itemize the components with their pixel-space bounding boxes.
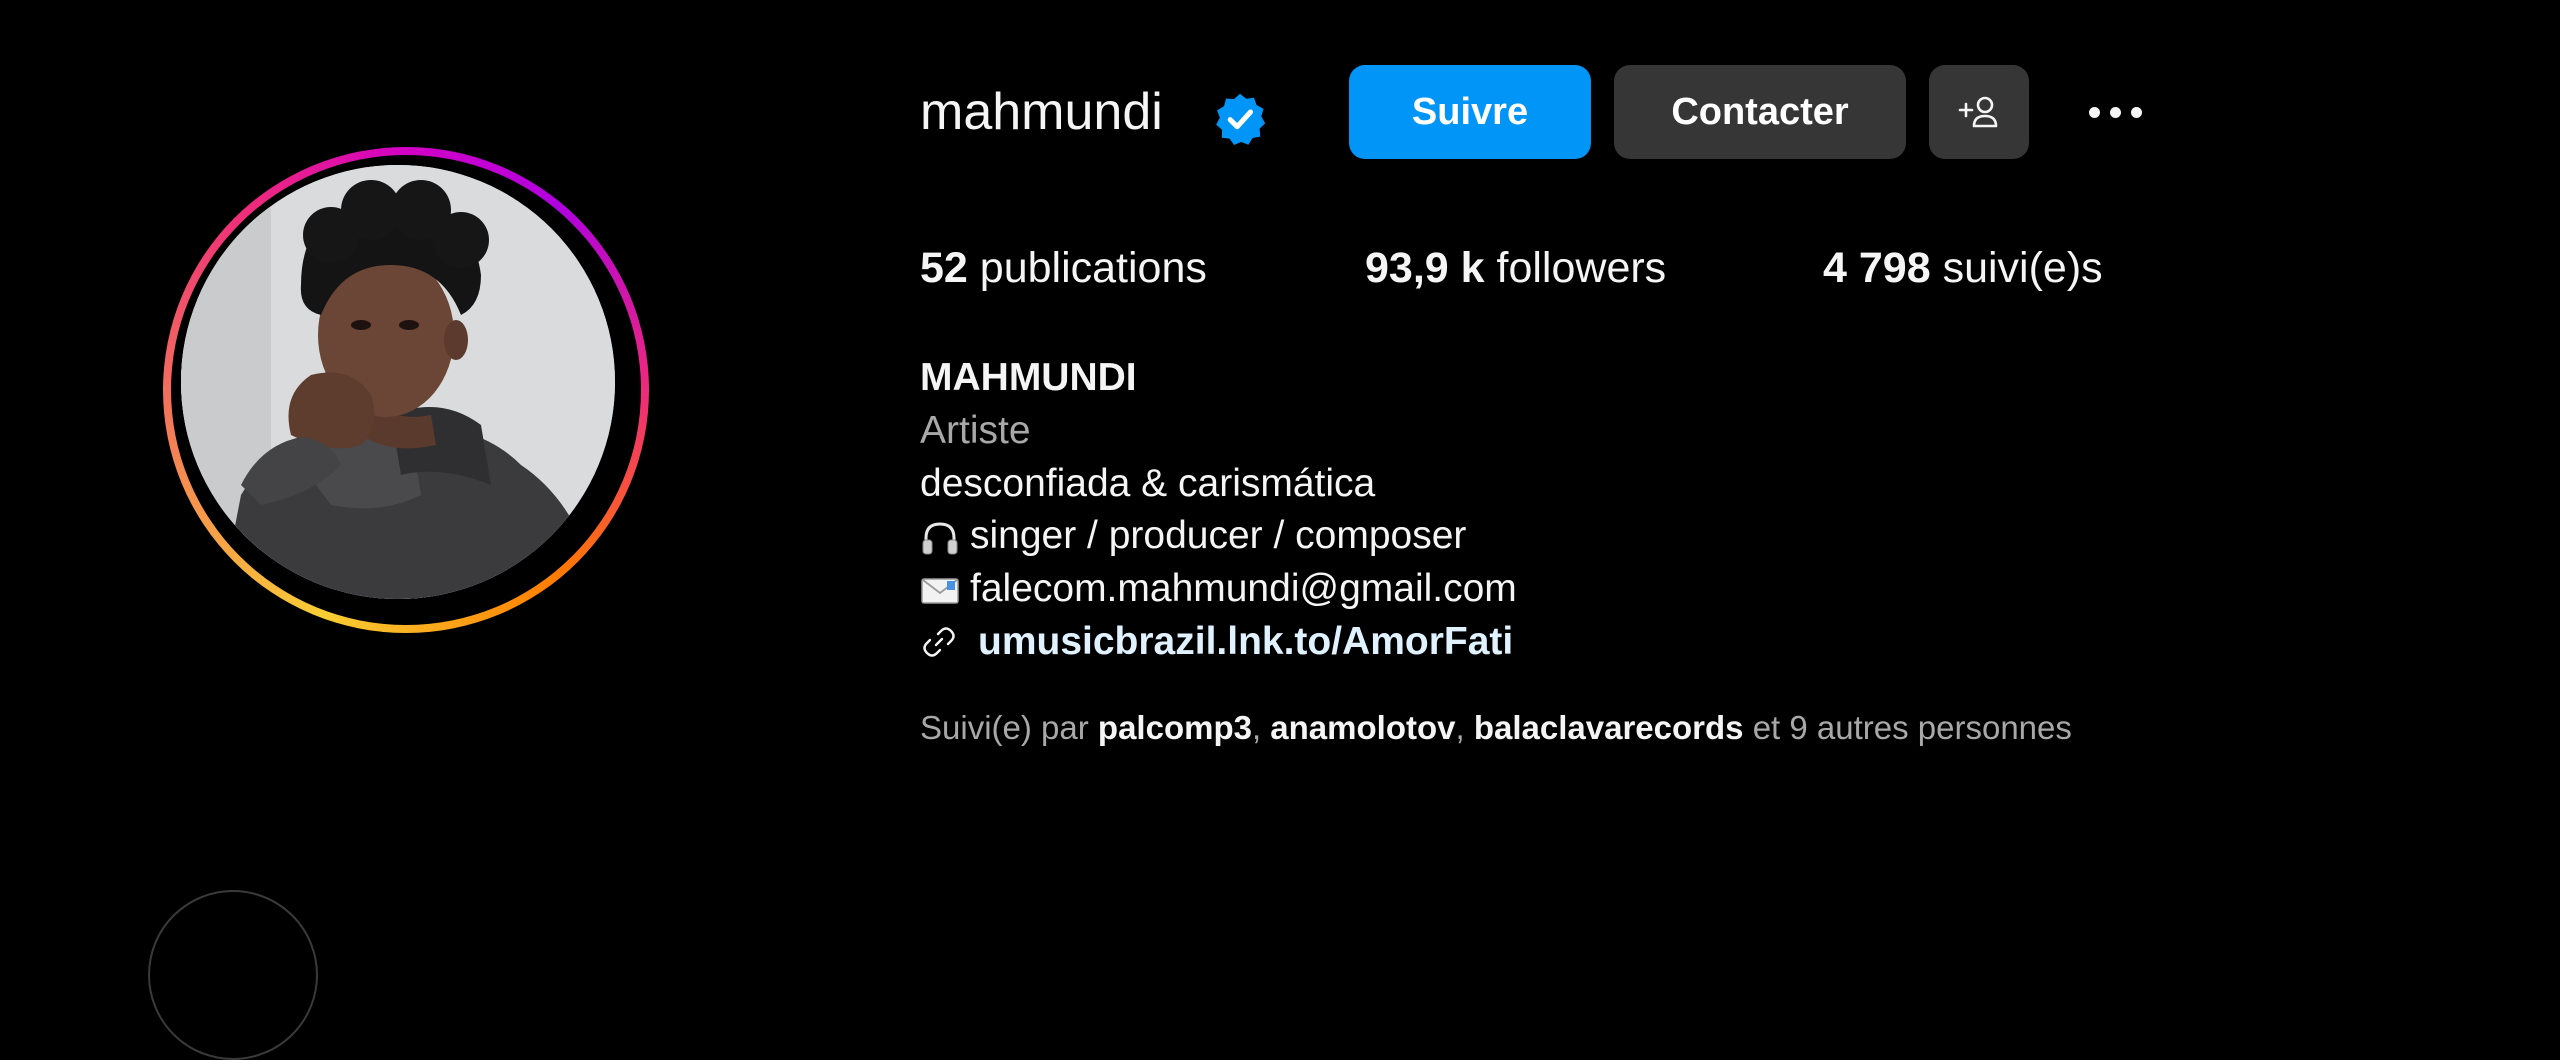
followers-count: 93,9 k bbox=[1365, 244, 1485, 292]
posts-count: 52 bbox=[920, 244, 968, 292]
headphones-icon bbox=[922, 522, 958, 555]
profile-avatar-story-ring[interactable] bbox=[163, 147, 649, 633]
bio-line-email: falecom.mahmundi@gmail.com bbox=[920, 563, 1517, 615]
following-stat[interactable]: 4 798 suivi(e)s bbox=[1823, 240, 2103, 296]
following-label: suivi(e)s bbox=[1942, 244, 2103, 292]
posts-count-stat: 52 publications bbox=[920, 240, 1207, 296]
posts-label: publications bbox=[979, 244, 1207, 292]
bio-line-text: singer / producer / composer bbox=[970, 514, 1467, 557]
mutual-follower-name: balaclavarecords bbox=[1473, 709, 1744, 746]
separator: , bbox=[1251, 709, 1262, 746]
more-options-dot bbox=[2130, 106, 2142, 118]
bio-line: desconfiada & carismática bbox=[920, 462, 1376, 505]
mutual-followers-suffix: et 9 autres personnes bbox=[1752, 709, 2072, 746]
more-options-dot bbox=[2088, 106, 2100, 118]
more-options-dot bbox=[2109, 106, 2121, 118]
followers-label: followers bbox=[1496, 244, 1667, 292]
followers-stat[interactable]: 93,9 k followers bbox=[1365, 240, 1666, 296]
bio-line-singer: singer / producer / composer bbox=[920, 510, 1466, 562]
following-count: 4 798 bbox=[1823, 244, 1931, 292]
bio-link-text[interactable]: umusicbrazil.lnk.to/AmorFati bbox=[978, 620, 1513, 664]
envelope-icon bbox=[921, 577, 959, 604]
separator: , bbox=[1455, 709, 1465, 746]
profile-display-name: MAHMUNDI bbox=[920, 356, 1137, 399]
mutual-follower-name: palcomp3 bbox=[1097, 709, 1252, 746]
profile-username: mahmundi bbox=[920, 83, 1163, 141]
bio-line-text: falecom.mahmundi@gmail.com bbox=[970, 567, 1517, 610]
suggested-accounts-button[interactable] bbox=[1929, 65, 2029, 159]
verified-badge-icon bbox=[1216, 93, 1266, 146]
add-person-icon bbox=[1958, 96, 1998, 128]
mutual-follower-name: anamolotov bbox=[1270, 709, 1456, 746]
mutual-followers-prefix: Suivi(e) par bbox=[920, 709, 1089, 746]
contact-button[interactable]: Contacter bbox=[1614, 65, 1906, 159]
profile-category: Artiste bbox=[920, 409, 1031, 452]
more-options-button[interactable] bbox=[2070, 82, 2160, 142]
bio-external-link[interactable]: umusicbrazil.lnk.to/AmorFati bbox=[920, 616, 1513, 668]
avatar[interactable] bbox=[181, 165, 615, 599]
mutual-followers[interactable]: Suivi(e) par palcomp3, anamolotov, balac… bbox=[920, 706, 2072, 750]
follow-button[interactable]: Suivre bbox=[1349, 65, 1591, 159]
link-icon bbox=[923, 627, 955, 657]
story-highlight-circle[interactable] bbox=[148, 890, 318, 1060]
avatar-photo-icon bbox=[181, 165, 615, 599]
